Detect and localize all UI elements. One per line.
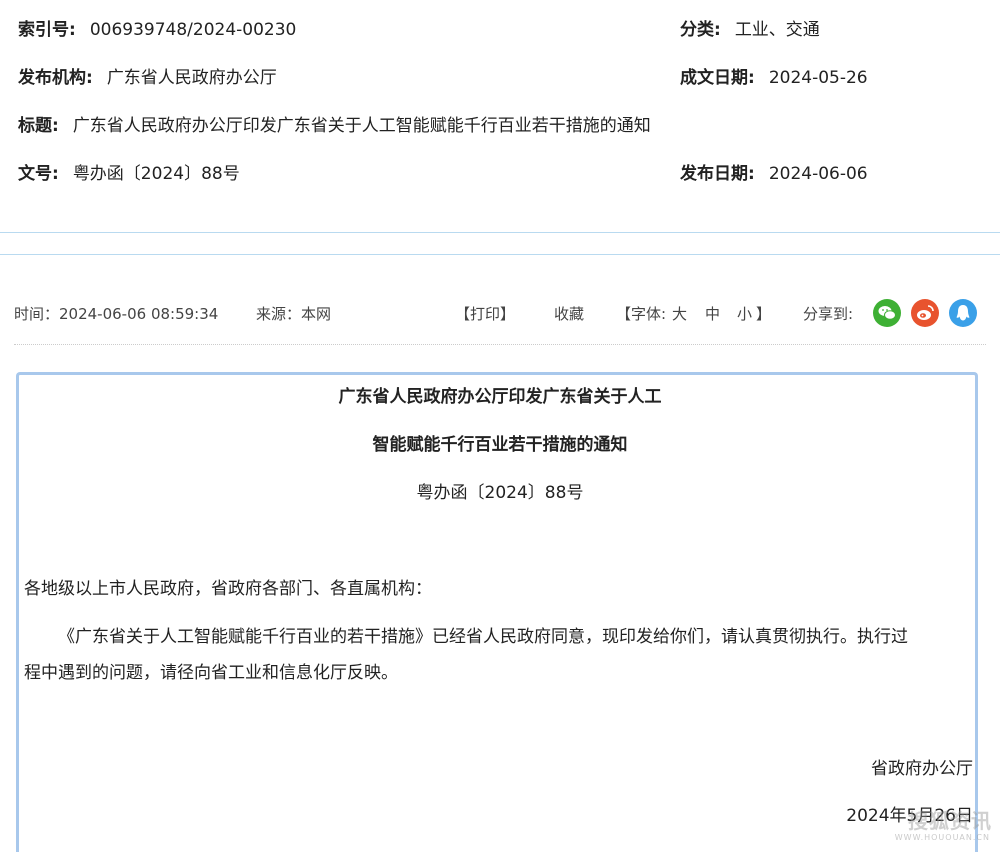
font-large-link[interactable]: 大 (672, 303, 687, 325)
meta-title-label: 标题: (18, 116, 59, 136)
share-label: 分享到: (803, 305, 854, 323)
meta-index-label: 索引号: (18, 20, 76, 40)
meta-publisher: 发布机构: 广东省人民政府办公厅 (18, 66, 277, 90)
meta-doc-number: 文号: 粤办函〔2024〕88号 (18, 162, 240, 186)
wechat-icon (878, 306, 896, 320)
meta-title: 标题: 广东省人民政府办公厅印发广东省关于人工智能赋能千行百业若干措施的通知 (18, 114, 651, 138)
document-number: 粤办函〔2024〕88号 (416, 483, 584, 503)
publish-time: 时间：2024-06-06 08:59:34 (14, 305, 219, 323)
source-label: 来源：本网 (256, 305, 332, 323)
document-body-line1: 《广东省关于人工智能赋能千行百业的若干措施》已经省人民政府同意，现印发给你们，请… (58, 627, 908, 647)
document-title-line1: 广东省人民政府办公厅印发广东省关于人工 (338, 387, 662, 407)
watermark-url: WWW.HOUOUAN.CN (894, 833, 990, 842)
meta-written-date: 成文日期: 2024-05-26 (680, 66, 868, 90)
meta-doc-number-value: 粤办函〔2024〕88号 (72, 164, 240, 184)
meta-publish-date-value: 2024-06-06 (768, 164, 868, 184)
document-signature: 省政府办公厅 (871, 759, 973, 779)
meta-publisher-value: 广东省人民政府办公厅 (106, 68, 277, 88)
share-wechat-button[interactable] (873, 299, 901, 327)
meta-publish-date: 发布日期: 2024-06-06 (680, 162, 868, 186)
separator-bottom (0, 254, 1000, 255)
font-medium-link[interactable]: 中 (705, 303, 720, 325)
favorite-link[interactable]: 收藏 (554, 303, 584, 325)
document-title-line2: 智能赋能千行百业若干措施的通知 (372, 435, 628, 455)
font-size-label: 【字体: (616, 305, 667, 323)
meta-written-date-value: 2024-05-26 (768, 68, 868, 88)
weibo-icon (917, 305, 934, 320)
meta-index: 索引号: 006939748/2024-00230 (18, 18, 296, 42)
print-link[interactable]: 【打印】 (455, 303, 515, 325)
document-salutation: 各地级以上市人民政府，省政府各部门、各直属机构： (24, 579, 432, 599)
share-qq-button[interactable] (949, 299, 977, 327)
separator-top (0, 232, 1000, 233)
watermark-logo: 搜狐资讯 (908, 809, 992, 833)
qq-icon (956, 305, 970, 321)
share-weibo-button[interactable] (911, 299, 939, 327)
document-body-line2: 程中遇到的问题，请径向省工业和信息化厅反映。 (24, 663, 398, 683)
meta-title-value: 广东省人民政府办公厅印发广东省关于人工智能赋能千行百业若干措施的通知 (72, 116, 651, 136)
font-small-link[interactable]: 小 (737, 303, 752, 325)
meta-category-label: 分类: (680, 20, 721, 40)
meta-category-value: 工业、交通 (734, 20, 820, 40)
meta-publish-date-label: 发布日期: (680, 164, 755, 184)
meta-written-date-label: 成文日期: (680, 68, 755, 88)
meta-doc-number-label: 文号: (18, 164, 59, 184)
meta-publisher-label: 发布机构: (18, 68, 93, 88)
meta-category: 分类: 工业、交通 (680, 18, 820, 42)
font-size-close: 】 (756, 305, 772, 323)
toolbar-divider (14, 344, 986, 345)
meta-index-value: 006939748/2024-00230 (89, 20, 297, 40)
